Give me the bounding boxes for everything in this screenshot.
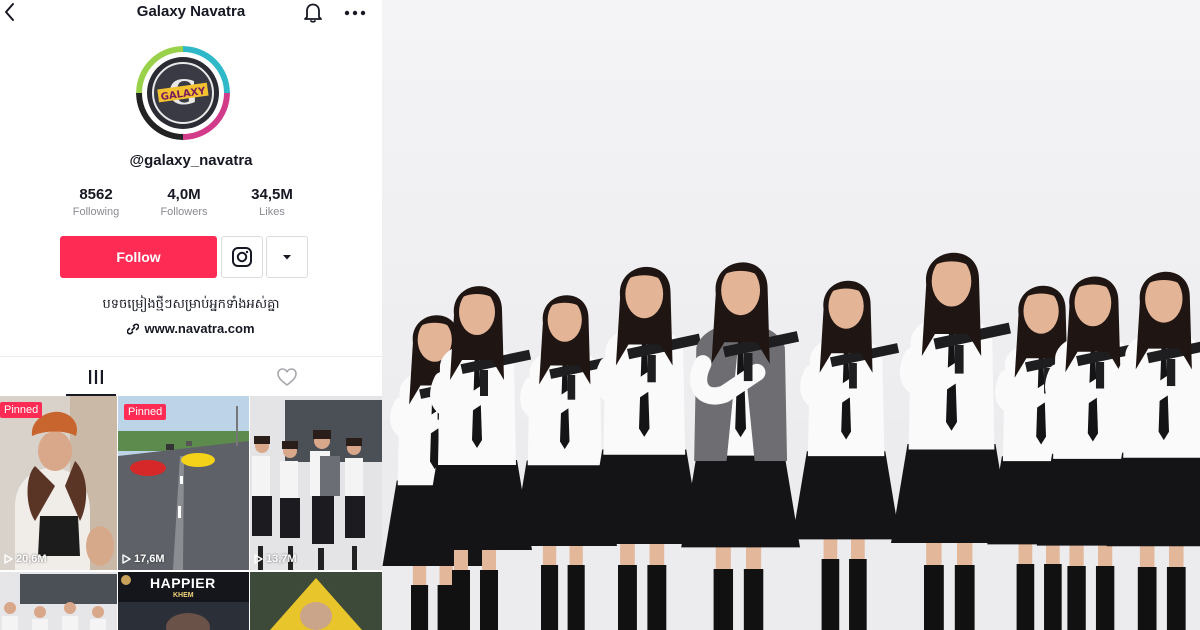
view-count-text: 17,6M bbox=[134, 553, 165, 565]
more-horizontal-icon[interactable] bbox=[343, 9, 367, 17]
dancer-sock bbox=[480, 570, 498, 630]
video-thumbnail[interactable] bbox=[0, 572, 117, 630]
video-grid: Pinned 20,6M Pinned 17,6M 13,7M HAPPIER … bbox=[0, 396, 382, 630]
video-thumbnail-image bbox=[250, 396, 382, 570]
dancer-sock bbox=[1016, 564, 1035, 630]
video-thumbnail[interactable]: HAPPIER KHEM bbox=[118, 572, 249, 630]
dancer-skirt bbox=[792, 451, 900, 540]
dancer-skirt bbox=[681, 450, 800, 548]
stat-value: 34,5M bbox=[251, 186, 293, 203]
avatar[interactable]: G GALAXY bbox=[136, 46, 230, 140]
dancer-sock bbox=[567, 565, 585, 630]
play-icon bbox=[254, 554, 263, 564]
stat-followers[interactable]: 4,0M Followers bbox=[144, 186, 224, 218]
dancer-sock bbox=[1067, 566, 1086, 630]
link-icon bbox=[127, 322, 140, 335]
dancer-sock bbox=[743, 569, 764, 630]
play-icon bbox=[4, 554, 13, 564]
profile-bio: បទចម្រៀងថ្មីៗសម្រាប់អ្នកទាំងអស់គ្នា bbox=[102, 297, 280, 312]
prop-gun-magazine bbox=[849, 363, 857, 389]
dancer-sock bbox=[713, 569, 734, 630]
dancer-sock bbox=[924, 565, 944, 630]
video-thumbnail-image bbox=[0, 572, 117, 630]
pinned-badge: Pinned bbox=[124, 404, 167, 420]
heart-icon bbox=[276, 368, 297, 386]
prop-gun-magazine bbox=[647, 355, 656, 383]
profile-tabs bbox=[0, 356, 382, 396]
dancers-photo-image bbox=[382, 0, 1200, 630]
instagram-icon bbox=[232, 247, 252, 267]
view-count-text: 20,6M bbox=[16, 553, 47, 565]
view-count: 17,6M bbox=[122, 553, 165, 565]
dancer-sock bbox=[452, 570, 470, 630]
dancer-sock bbox=[849, 559, 867, 630]
stat-value: 8562 bbox=[79, 186, 113, 203]
tab-liked[interactable] bbox=[191, 357, 382, 397]
follow-button[interactable]: Follow bbox=[60, 236, 217, 278]
dancer-sock bbox=[821, 559, 840, 630]
view-count: 20,6M bbox=[4, 553, 47, 565]
profile-link[interactable]: www.navatra.com bbox=[0, 321, 382, 338]
video-title-overlay: HAPPIER bbox=[150, 575, 216, 591]
profile-panel: Galaxy Navatra G GALAXY @galaxy_navatra bbox=[0, 0, 382, 630]
dancer-sock bbox=[647, 565, 667, 630]
dancer-sock bbox=[1166, 567, 1186, 630]
profile-stats: 8562 Following 4,0M Followers 34,5M Like… bbox=[56, 186, 312, 226]
prop-gun-magazine bbox=[954, 345, 964, 374]
prop-gun-magazine bbox=[1166, 359, 1176, 387]
prop-gun-magazine bbox=[567, 375, 576, 400]
view-count-text: 13,7M bbox=[266, 553, 297, 565]
prop-gun-magazine bbox=[480, 370, 488, 396]
video-thumbnail[interactable]: Pinned 20,6M bbox=[0, 396, 117, 570]
dancer-sock bbox=[954, 565, 975, 630]
stat-label: Followers bbox=[160, 206, 208, 218]
more-options-dropdown[interactable] bbox=[266, 236, 308, 278]
username: @galaxy_navatra bbox=[129, 152, 253, 169]
bell-icon[interactable] bbox=[301, 0, 325, 24]
tab-videos[interactable] bbox=[0, 357, 191, 397]
stat-label: Following bbox=[72, 206, 120, 218]
prop-gun-magazine bbox=[743, 353, 753, 382]
video-thumbnail-image bbox=[118, 396, 249, 570]
dancer-sock bbox=[411, 585, 429, 630]
dancer-skirt bbox=[1106, 452, 1200, 547]
video-subtitle-overlay: KHEM bbox=[173, 592, 194, 599]
dancer-sock bbox=[1137, 567, 1157, 630]
dancer-sock bbox=[541, 565, 559, 630]
top-bar: Galaxy Navatra bbox=[0, 0, 382, 26]
video-thumbnail[interactable]: 13,7M bbox=[250, 396, 382, 570]
prop-gun-magazine bbox=[1095, 362, 1105, 389]
group-photo bbox=[382, 0, 1200, 630]
stat-likes[interactable]: 34,5M Likes bbox=[232, 186, 312, 218]
galaxy-logo-image: G GALAXY bbox=[136, 46, 230, 140]
stat-label: Likes bbox=[259, 206, 285, 218]
dancer-sock bbox=[1095, 566, 1115, 630]
dancer-sock bbox=[618, 565, 637, 630]
video-thumbnail-image bbox=[0, 396, 117, 570]
video-thumbnail-image bbox=[250, 572, 382, 630]
dancer-sock bbox=[1044, 564, 1062, 630]
play-icon bbox=[122, 554, 131, 564]
stat-value: 4,0M bbox=[167, 186, 201, 203]
video-thumbnail[interactable] bbox=[250, 572, 382, 630]
pinned-badge: Pinned bbox=[0, 402, 43, 418]
view-count: 13,7M bbox=[254, 553, 297, 565]
link-text: www.navatra.com bbox=[144, 321, 255, 336]
grid-icon bbox=[88, 370, 103, 384]
video-thumbnail[interactable]: Pinned 17,6M bbox=[118, 396, 249, 570]
instagram-button[interactable] bbox=[221, 236, 263, 278]
stat-following[interactable]: 8562 Following bbox=[56, 186, 136, 218]
caret-down-icon bbox=[283, 255, 291, 260]
